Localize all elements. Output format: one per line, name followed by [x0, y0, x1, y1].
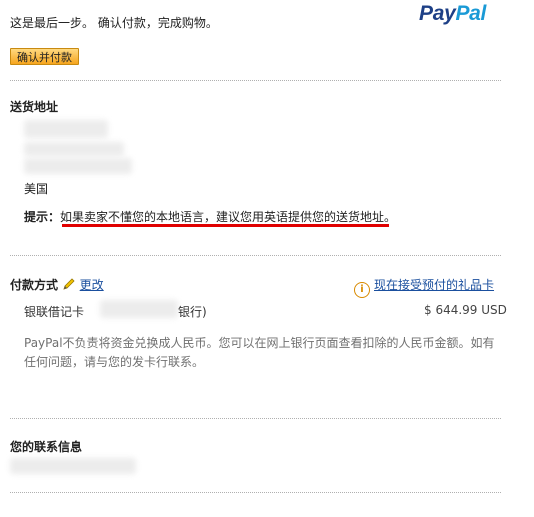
redacted-contact: [10, 458, 136, 474]
divider: [10, 255, 501, 256]
highlight-underline: [62, 224, 389, 227]
currency-note: PayPal不负责将资金兑换成人民币。您可以在网上银行页面查看扣除的人民币金额。…: [24, 336, 495, 369]
card-bank-suffix: 银行): [178, 305, 207, 319]
intro-text: 这是最后一步。 确认付款，完成购物。: [10, 16, 218, 30]
divider: [10, 80, 501, 81]
pencil-icon: [62, 277, 76, 294]
gift-card-link[interactable]: 现在接受预付的礼品卡: [374, 278, 494, 292]
paypal-logo: PayPal: [419, 2, 486, 26]
redacted-city: [24, 158, 132, 174]
info-icon: i: [354, 282, 370, 298]
language-tip: 提示：如果卖家不懂您的本地语言，建议您用英语提供您的送货地址。: [24, 208, 396, 225]
payment-method-header: 付款方式 更改: [10, 276, 104, 294]
payment-method-title: 付款方式: [10, 278, 59, 292]
change-payment-link[interactable]: 更改: [80, 278, 104, 292]
redacted-street: [24, 142, 124, 156]
gift-card-notice[interactable]: i 现在接受预付的礼品卡: [354, 276, 494, 298]
redacted-card-number: [100, 300, 178, 318]
contact-info-title: 您的联系信息: [10, 440, 83, 454]
logo-part-pal: Pal: [455, 2, 487, 25]
payment-amount: $ 644.99 USD: [424, 303, 507, 317]
divider: [10, 418, 501, 419]
logo-part-pay: Pay: [419, 2, 456, 25]
shipping-address-title: 送货地址: [10, 100, 59, 114]
divider: [10, 492, 501, 493]
shipping-country: 美国: [24, 182, 49, 196]
redacted-name: [24, 120, 108, 138]
confirm-pay-button[interactable]: 确认并付款: [10, 48, 79, 65]
tip-label: 提示：: [24, 210, 61, 224]
tip-text: 如果卖家不懂您的本地语言，建议您用英语提供您的送货地址。: [60, 210, 397, 224]
card-label: 银联借记卡: [24, 305, 85, 319]
